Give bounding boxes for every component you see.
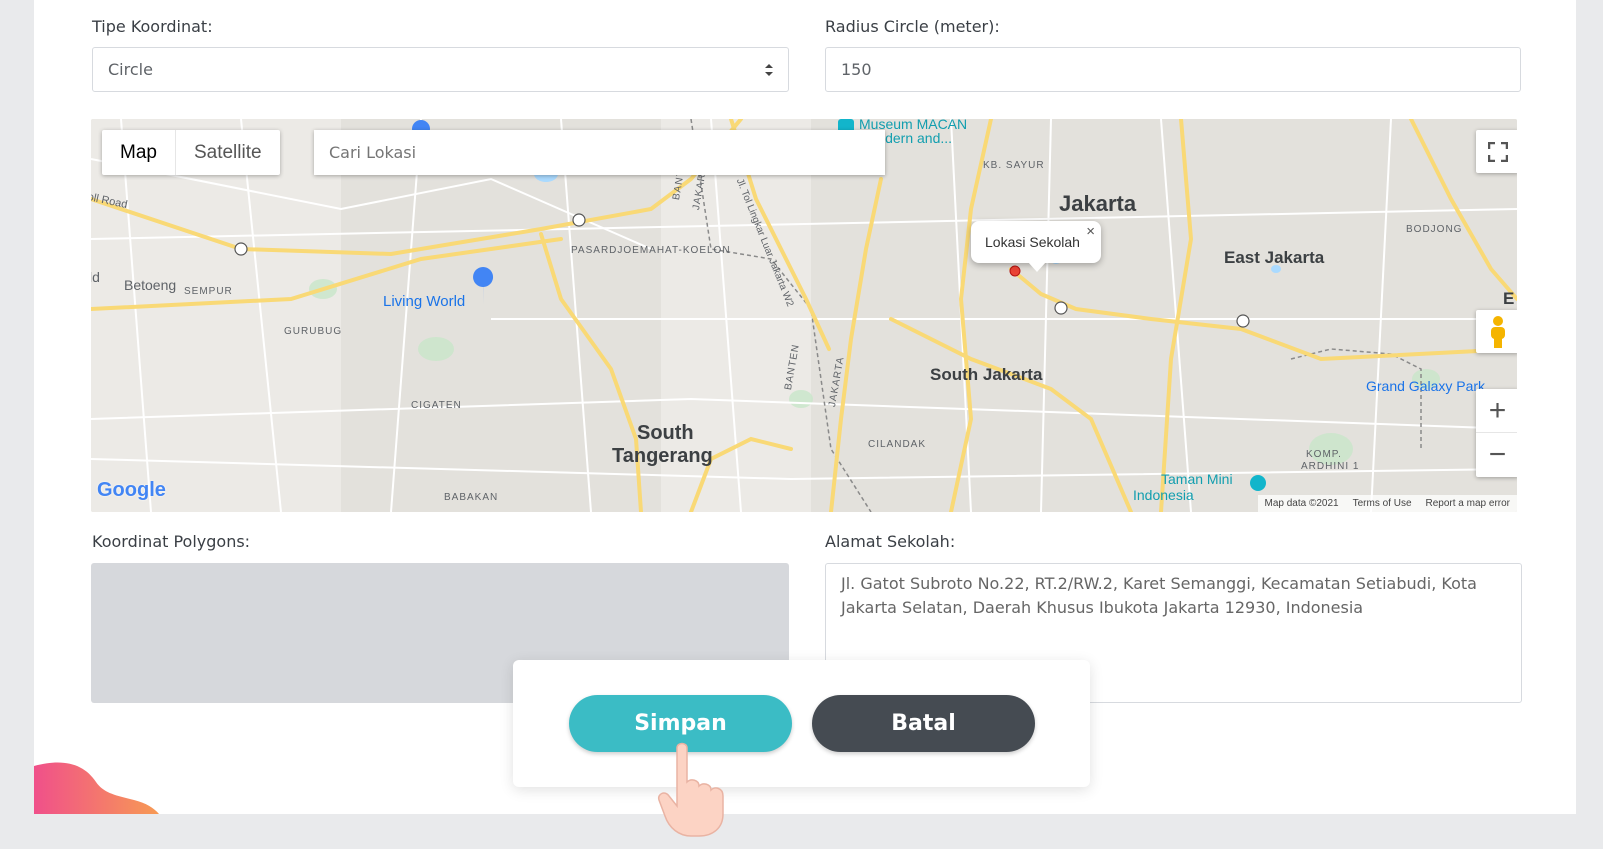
radius-input[interactable]: 150	[825, 47, 1521, 92]
terms-link[interactable]: Terms of Use	[1346, 495, 1419, 512]
fullscreen-button[interactable]	[1476, 130, 1517, 173]
map-label-komp-1: KOMP.	[1306, 449, 1342, 460]
alamat-label: Alamat Sekolah:	[825, 532, 956, 551]
alamat-value: Jl. Gatot Subroto No.22, RT.2/RW.2, Kare…	[841, 574, 1477, 617]
map-label-south-jakarta: South Jakarta	[930, 365, 1043, 384]
map-type-satellite-button[interactable]: Satellite	[174, 130, 280, 175]
cancel-button[interactable]: Batal	[812, 695, 1035, 752]
map-type-toggle: Map Satellite	[102, 130, 280, 175]
map-label-e: E	[1503, 289, 1515, 308]
page-scrollbar-area	[1576, 0, 1603, 849]
street-view-button[interactable]	[1476, 310, 1517, 353]
map-attribution: Map data ©2021 Terms of Use Report a map…	[1257, 495, 1517, 512]
map-data-text: Map data ©2021	[1264, 498, 1339, 509]
map-label-east-jakarta: East Jakarta	[1224, 248, 1325, 267]
radius-value: 150	[841, 60, 872, 79]
select-arrows-icon	[765, 64, 773, 76]
map-label-sempur: SEMPUR	[184, 286, 233, 297]
map-label-pasar: PASARDJOEMAHAT-KOELON	[571, 245, 731, 256]
map-label-south-tangerang-1: South	[637, 422, 694, 444]
action-dialog: Simpan Batal	[513, 660, 1090, 787]
decorative-wave-shape	[34, 762, 159, 814]
zoom-controls: + −	[1476, 389, 1517, 477]
radius-label: Radius Circle (meter):	[825, 17, 1000, 36]
map-label-living-world: Living World	[383, 293, 466, 310]
zoom-in-button[interactable]: +	[1476, 389, 1517, 433]
map-label-kb-sayur: KB. SAYUR	[983, 160, 1045, 171]
info-window-text: Lokasi Sekolah	[985, 234, 1080, 250]
location-info-window: Lokasi Sekolah ×	[971, 221, 1101, 272]
info-window-close-icon[interactable]: ×	[1086, 223, 1095, 240]
google-logo: Google	[97, 479, 166, 501]
map-label-betoeng: Betoeng	[124, 277, 177, 293]
report-error-link[interactable]: Report a map error	[1419, 495, 1517, 512]
map-label-ld: ld	[91, 269, 100, 285]
polygons-label: Koordinat Polygons:	[92, 532, 251, 551]
hand-pointer-icon	[657, 742, 724, 837]
zoom-out-button[interactable]: −	[1476, 433, 1517, 477]
map-label-jakarta: Jakarta	[1059, 191, 1137, 216]
map-label-cilandak: CILANDAK	[868, 439, 927, 450]
tipe-koordinat-label: Tipe Koordinat:	[92, 17, 213, 36]
map-search-input[interactable]	[314, 130, 885, 175]
map-label-cigaten: CIGATEN	[411, 400, 462, 411]
map-label-babakan: BABAKAN	[444, 492, 499, 503]
fullscreen-icon	[1487, 141, 1508, 162]
map-canvas[interactable]: Jakarta East Jakarta South Jakarta South…	[91, 119, 1517, 512]
map-label-gurubug: GURUBUG	[284, 326, 343, 337]
map-label-grand-galaxy: Grand Galaxy Park	[1366, 378, 1486, 394]
map-label-taman-mini-1: Taman Mini	[1161, 471, 1233, 487]
map-type-map-button[interactable]: Map	[102, 130, 175, 175]
map-background	[91, 119, 1517, 512]
tipe-koordinat-select[interactable]: Circle	[92, 47, 789, 92]
tipe-koordinat-value: Circle	[108, 60, 153, 79]
map-label-komp-2: ARDHINI 1	[1301, 461, 1360, 472]
map-label-bodjong: BODJONG	[1406, 224, 1463, 235]
pegman-icon	[1490, 315, 1505, 348]
map-label-taman-mini-2: Indonesia	[1133, 487, 1194, 503]
map-label-south-tangerang-2: Tangerang	[612, 445, 713, 467]
